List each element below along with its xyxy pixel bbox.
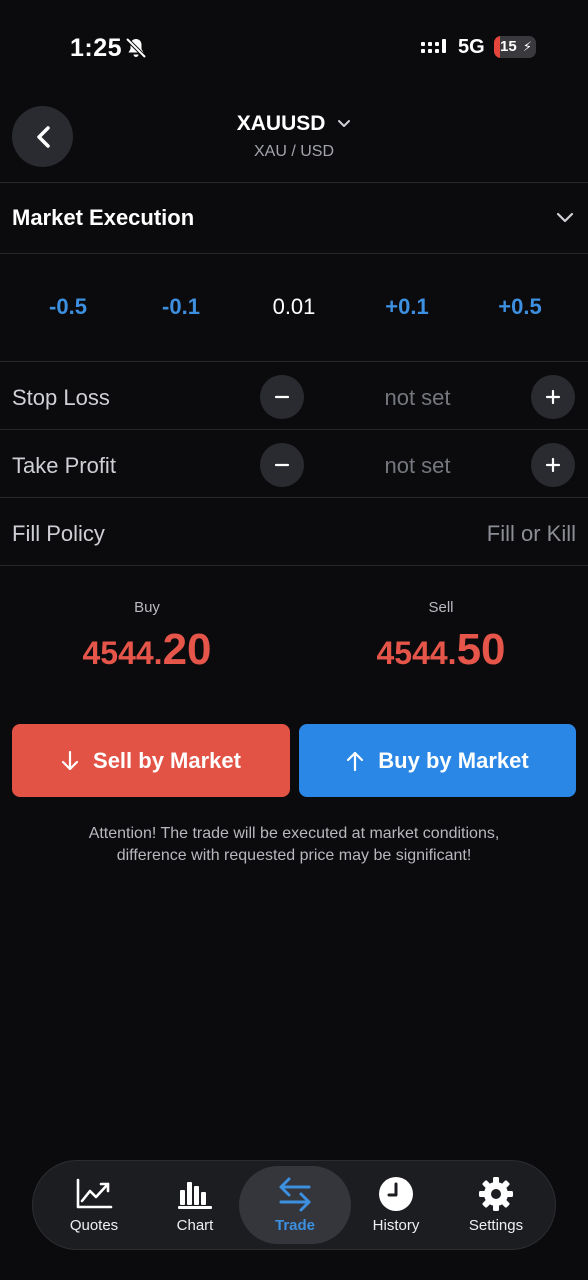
volume-increase-small-button[interactable]: +0.1 bbox=[362, 294, 452, 320]
nav-trade-label: Trade bbox=[274, 1217, 316, 1234]
battery-indicator: 15 ⚡ bbox=[494, 36, 536, 58]
execution-type-select[interactable]: Market Execution bbox=[0, 183, 588, 253]
buy-price-main: 4544. bbox=[82, 635, 163, 671]
volume-decrease-large-button[interactable]: -0.5 bbox=[23, 294, 113, 320]
buy-price-pips: 20 bbox=[162, 625, 212, 674]
symbol-pair: XAU / USD bbox=[253, 143, 334, 160]
bar-chart-icon bbox=[178, 1182, 212, 1209]
sell-by-market-button[interactable]: Sell by Market bbox=[12, 724, 290, 797]
signal-icon bbox=[421, 39, 446, 53]
trend-chart-icon bbox=[76, 1178, 113, 1209]
take-profit-label: Take Profit bbox=[12, 453, 116, 478]
nav-history-label: History bbox=[372, 1217, 420, 1234]
divider bbox=[0, 565, 588, 566]
divider bbox=[0, 361, 588, 362]
sell-price-pips: 50 bbox=[456, 625, 506, 674]
attention-line-2: difference with requested price may be s… bbox=[116, 847, 472, 864]
take-profit-decrease-button[interactable] bbox=[260, 443, 304, 487]
bell-muted-icon bbox=[125, 37, 147, 59]
stop-loss-value[interactable]: not set bbox=[345, 385, 490, 411]
nav-history[interactable]: History bbox=[344, 1161, 448, 1249]
sell-price-main: 4544. bbox=[376, 635, 457, 671]
take-profit-row: Take Profit not set bbox=[0, 431, 588, 498]
chevron-down-icon bbox=[338, 120, 351, 128]
stop-loss-label: Stop Loss bbox=[12, 385, 110, 410]
status-time: 1:25 bbox=[70, 34, 123, 62]
buy-by-market-button[interactable]: Buy by Market bbox=[299, 724, 576, 797]
sell-quote-label: Sell bbox=[428, 599, 454, 616]
fill-policy-value: Fill or Kill bbox=[486, 521, 576, 546]
stop-loss-decrease-button[interactable] bbox=[260, 375, 304, 419]
nav-chart[interactable]: Chart bbox=[143, 1161, 247, 1249]
symbol-name: XAUUSD bbox=[236, 112, 326, 135]
execution-type-label: Market Execution bbox=[12, 205, 195, 230]
gear-icon bbox=[479, 1177, 513, 1211]
buy-quote-label: Buy bbox=[134, 599, 160, 616]
stop-loss-increase-button[interactable] bbox=[531, 375, 575, 419]
fill-policy-label: Fill Policy bbox=[12, 521, 105, 546]
volume-decrease-small-button[interactable]: -0.1 bbox=[136, 294, 226, 320]
arrow-up-icon bbox=[347, 751, 364, 771]
buy-quote-price: 4544.20 bbox=[27, 625, 267, 675]
swap-arrows-icon bbox=[279, 1177, 311, 1212]
divider bbox=[0, 497, 588, 498]
nav-quotes[interactable]: Quotes bbox=[42, 1161, 146, 1249]
buy-button-label: Buy by Market bbox=[378, 747, 529, 773]
attention-notice: Attention! The trade will be executed at… bbox=[40, 823, 548, 867]
nav-trade[interactable]: Trade bbox=[239, 1166, 351, 1244]
volume-increase-large-button[interactable]: +0.5 bbox=[475, 294, 565, 320]
arrow-down-icon bbox=[61, 750, 79, 770]
battery-level: 15 bbox=[500, 38, 517, 55]
nav-settings-label: Settings bbox=[468, 1217, 524, 1234]
clock-icon bbox=[379, 1177, 413, 1211]
volume-value[interactable]: 0.01 bbox=[249, 294, 339, 320]
nav-chart-label: Chart bbox=[176, 1217, 214, 1234]
minus-icon bbox=[274, 463, 290, 467]
plus-icon bbox=[545, 457, 561, 473]
minus-icon bbox=[274, 395, 290, 399]
symbol-selector[interactable]: XAUUSD bbox=[0, 112, 588, 136]
fill-policy-row[interactable]: Fill Policy Fill or Kill bbox=[0, 499, 588, 566]
sell-button-label: Sell by Market bbox=[93, 747, 241, 773]
plus-icon bbox=[545, 389, 561, 405]
chevron-down-icon bbox=[556, 212, 574, 223]
sell-quote-price: 4544.50 bbox=[321, 625, 561, 675]
stop-loss-row: Stop Loss not set bbox=[0, 363, 588, 430]
network-type: 5G bbox=[458, 36, 485, 58]
attention-line-1: Attention! The trade will be executed at… bbox=[88, 825, 500, 842]
status-bar: 1:25 5G 15 ⚡ bbox=[0, 0, 588, 96]
charging-icon: ⚡ bbox=[522, 39, 532, 54]
take-profit-value[interactable]: not set bbox=[345, 453, 490, 479]
nav-quotes-label: Quotes bbox=[69, 1217, 119, 1234]
bottom-navigation: Quotes Chart Trade History Settings bbox=[32, 1160, 556, 1250]
nav-settings[interactable]: Settings bbox=[444, 1161, 548, 1249]
divider bbox=[0, 429, 588, 430]
take-profit-increase-button[interactable] bbox=[531, 443, 575, 487]
volume-stepper: -0.5 -0.1 0.01 +0.1 +0.5 bbox=[0, 254, 588, 361]
